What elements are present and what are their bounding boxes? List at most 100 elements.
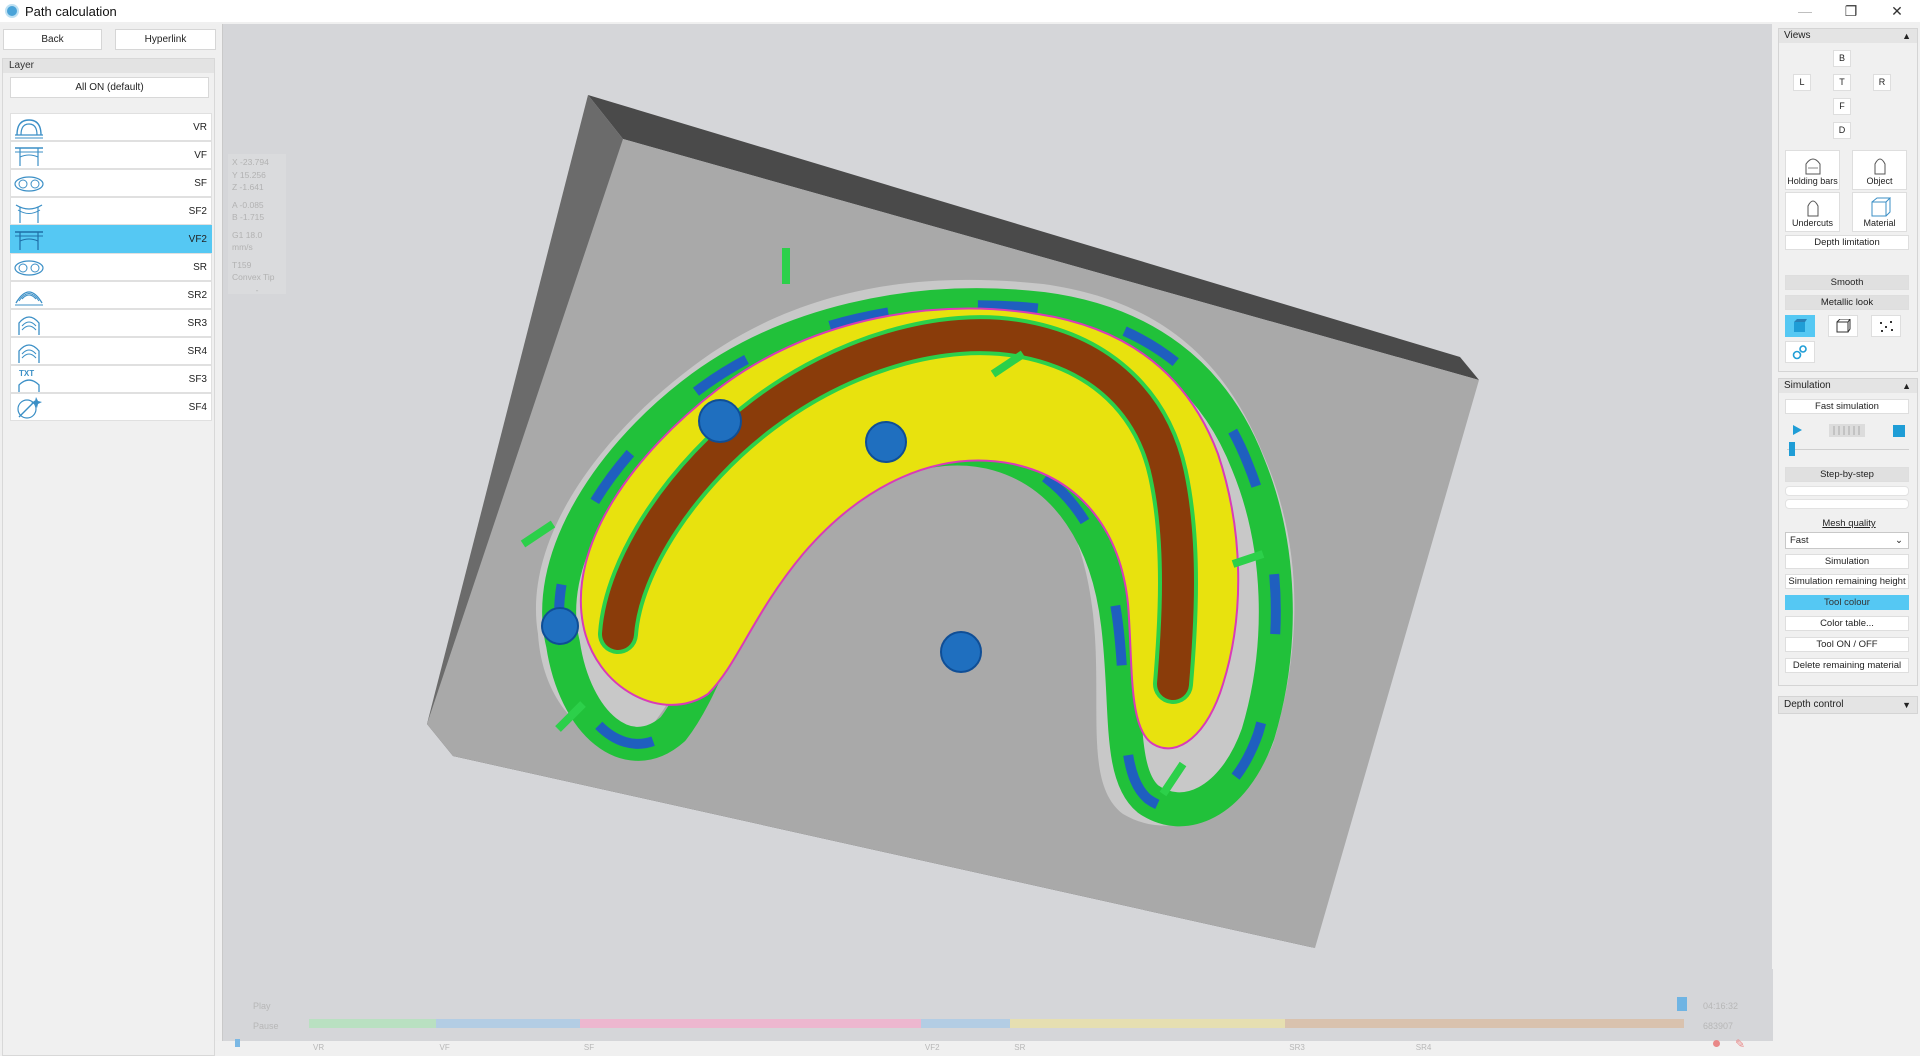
hyperlink-button[interactable]: Hyperlink: [115, 29, 216, 50]
timeline-slider-handle[interactable]: [1677, 997, 1687, 1011]
timeline-track[interactable]: VR VF SF VF2 SR SR3 SR4: [309, 969, 1684, 1052]
timeline-segment-sf[interactable]: [579, 1019, 921, 1028]
timeline-segment-label: VF: [439, 1043, 450, 1052]
layer-item-sf3[interactable]: TXT SF3: [10, 365, 212, 393]
solid-view-button[interactable]: [1785, 315, 1815, 337]
metallic-look-button[interactable]: Metallic look: [1785, 295, 1909, 310]
speed-slider[interactable]: [1787, 449, 1909, 450]
holding-bars-icon: [1805, 158, 1820, 175]
timeline-segment-label: SR4: [1415, 1043, 1432, 1052]
view-top-button[interactable]: T: [1833, 74, 1851, 91]
depth-control-header[interactable]: Depth control ▼: [1779, 697, 1917, 713]
restore-button[interactable]: ❐: [1828, 0, 1874, 22]
layer-label: VF2: [188, 234, 207, 245]
layer-item-sr3[interactable]: SR3: [10, 309, 212, 337]
tool-on-off-button[interactable]: Tool ON / OFF: [1785, 637, 1909, 652]
step-by-step-button[interactable]: Step-by-step: [1785, 467, 1909, 482]
3d-viewport[interactable]: X -23.794 Y 15.256 Z -1.641 A -0.085 B -…: [222, 24, 1773, 1052]
speed-slider-handle[interactable]: [1789, 442, 1796, 456]
mesh-quality-select[interactable]: Fast ⌄: [1785, 532, 1909, 549]
vf2-strategy-icon: [15, 231, 43, 250]
play-button[interactable]: [1787, 422, 1807, 438]
timeline-start-handle[interactable]: [235, 1039, 240, 1047]
simulation-remaining-height-button[interactable]: Simulation remaining height: [1785, 574, 1909, 589]
smooth-button[interactable]: Smooth: [1785, 275, 1909, 290]
wireframe-view-button[interactable]: [1828, 315, 1858, 337]
material-button[interactable]: Material: [1852, 192, 1907, 232]
layer-label: SF2: [188, 206, 207, 217]
chevron-down-icon: ⌄: [1895, 535, 1903, 546]
stop-button[interactable]: [1891, 423, 1907, 439]
play-icon: [1793, 425, 1802, 435]
points-view-button[interactable]: [1871, 315, 1901, 337]
text-strategy-icon: TXT: [18, 369, 40, 392]
record-icon[interactable]: [1713, 1040, 1720, 1047]
implant-4: [940, 631, 982, 673]
timeline-segment-vf[interactable]: [435, 1019, 580, 1028]
solid-cube-icon: [1794, 319, 1807, 332]
view-front-button[interactable]: F: [1833, 98, 1851, 115]
play-label[interactable]: Play: [253, 1001, 271, 1011]
simulation-button[interactable]: Simulation: [1785, 554, 1909, 569]
timeline-segment-label: SR3: [1289, 1043, 1305, 1052]
pause-button[interactable]: [1829, 424, 1865, 437]
undercuts-button[interactable]: Undercuts: [1785, 192, 1840, 232]
timeline-panel: Play Pause 04:16:32 683907 VR VF SF VF2 SR SR…: [223, 969, 1773, 1052]
delete-remaining-material-button[interactable]: Delete remaining material: [1785, 658, 1909, 673]
layer-item-vf[interactable]: VF: [10, 141, 212, 169]
layer-item-sr2[interactable]: SR2: [10, 281, 212, 309]
pen-off-icon[interactable]: ✎: [1735, 1037, 1745, 1051]
close-button[interactable]: ✕: [1874, 0, 1920, 22]
timeline-segment-label: VF2: [924, 1043, 940, 1052]
coordinate-readout: X -23.794 Y 15.256 Z -1.641 A -0.085 B -…: [228, 154, 286, 295]
layer-item-sf[interactable]: SF: [10, 169, 212, 197]
layer-item-sf2[interactable]: SF2: [10, 197, 212, 225]
minimize-button[interactable]: —: [1782, 0, 1828, 22]
layer-item-sf4[interactable]: SF4: [10, 393, 212, 421]
svg-text:TXT: TXT: [19, 369, 34, 378]
vr-strategy-icon: [15, 119, 43, 139]
pause-label[interactable]: Pause: [253, 1021, 279, 1031]
view-back-button[interactable]: B: [1833, 50, 1851, 67]
color-table-button[interactable]: Color table...: [1785, 616, 1909, 631]
view-right-button[interactable]: R: [1873, 74, 1891, 91]
fast-simulation-button[interactable]: Fast simulation: [1785, 399, 1909, 414]
view-left-button[interactable]: L: [1793, 74, 1811, 91]
holding-bars-button[interactable]: Holding bars: [1785, 150, 1840, 190]
vf-strategy-icon: [15, 147, 43, 166]
timeline-segment-label: SF: [583, 1043, 595, 1052]
wireframe-cube-icon: [1836, 319, 1851, 333]
implant-2: [698, 399, 742, 443]
layer-item-vr[interactable]: VR: [10, 113, 212, 141]
timeline-segment-sr3[interactable]: [1285, 1019, 1412, 1028]
layer-item-sr[interactable]: SR: [10, 253, 212, 281]
implant-1: [541, 607, 579, 645]
right-panel: Views ▲ B L T R F D Holding bars Object U…: [1778, 28, 1920, 1041]
mesh-quality-link[interactable]: Mesh quality: [1779, 518, 1919, 529]
layer-label: SR2: [187, 290, 207, 301]
timeline-segment-label: VR: [313, 1043, 325, 1052]
views-header[interactable]: Views ▲: [1779, 29, 1917, 43]
object-button[interactable]: Object: [1852, 150, 1907, 190]
layer-item-sr4[interactable]: SR4: [10, 337, 212, 365]
timeline-segment-sr4[interactable]: [1411, 1019, 1684, 1028]
progress-bar-1: [1785, 486, 1909, 496]
timeline-segment-vr[interactable]: [309, 1019, 436, 1028]
timeline-segment-vf2[interactable]: [920, 1019, 1011, 1028]
simulation-header[interactable]: Simulation ▲: [1779, 379, 1917, 393]
tool-colour-button[interactable]: Tool colour: [1785, 595, 1909, 610]
pause-icon: [1833, 426, 1860, 435]
timeline-segment-sr[interactable]: [1010, 1019, 1286, 1028]
layer-label: VR: [193, 122, 207, 133]
back-button[interactable]: Back: [3, 29, 102, 50]
depth-limitation-button[interactable]: Depth limitation: [1785, 235, 1909, 250]
layer-item-vf2[interactable]: VF2: [10, 225, 212, 253]
view-down-button[interactable]: D: [1833, 122, 1851, 139]
point-cloud-icon: [1880, 321, 1893, 332]
sr3-strategy-icon: [18, 316, 40, 335]
all-on-button[interactable]: All ON (default): [10, 77, 209, 98]
sr2-strategy-icon: [15, 291, 43, 306]
stop-icon: [1893, 425, 1905, 437]
tool-settings-button[interactable]: [1785, 341, 1815, 363]
simulation-section: Simulation ▲ Fast simulation Step-by-step…: [1778, 378, 1918, 686]
